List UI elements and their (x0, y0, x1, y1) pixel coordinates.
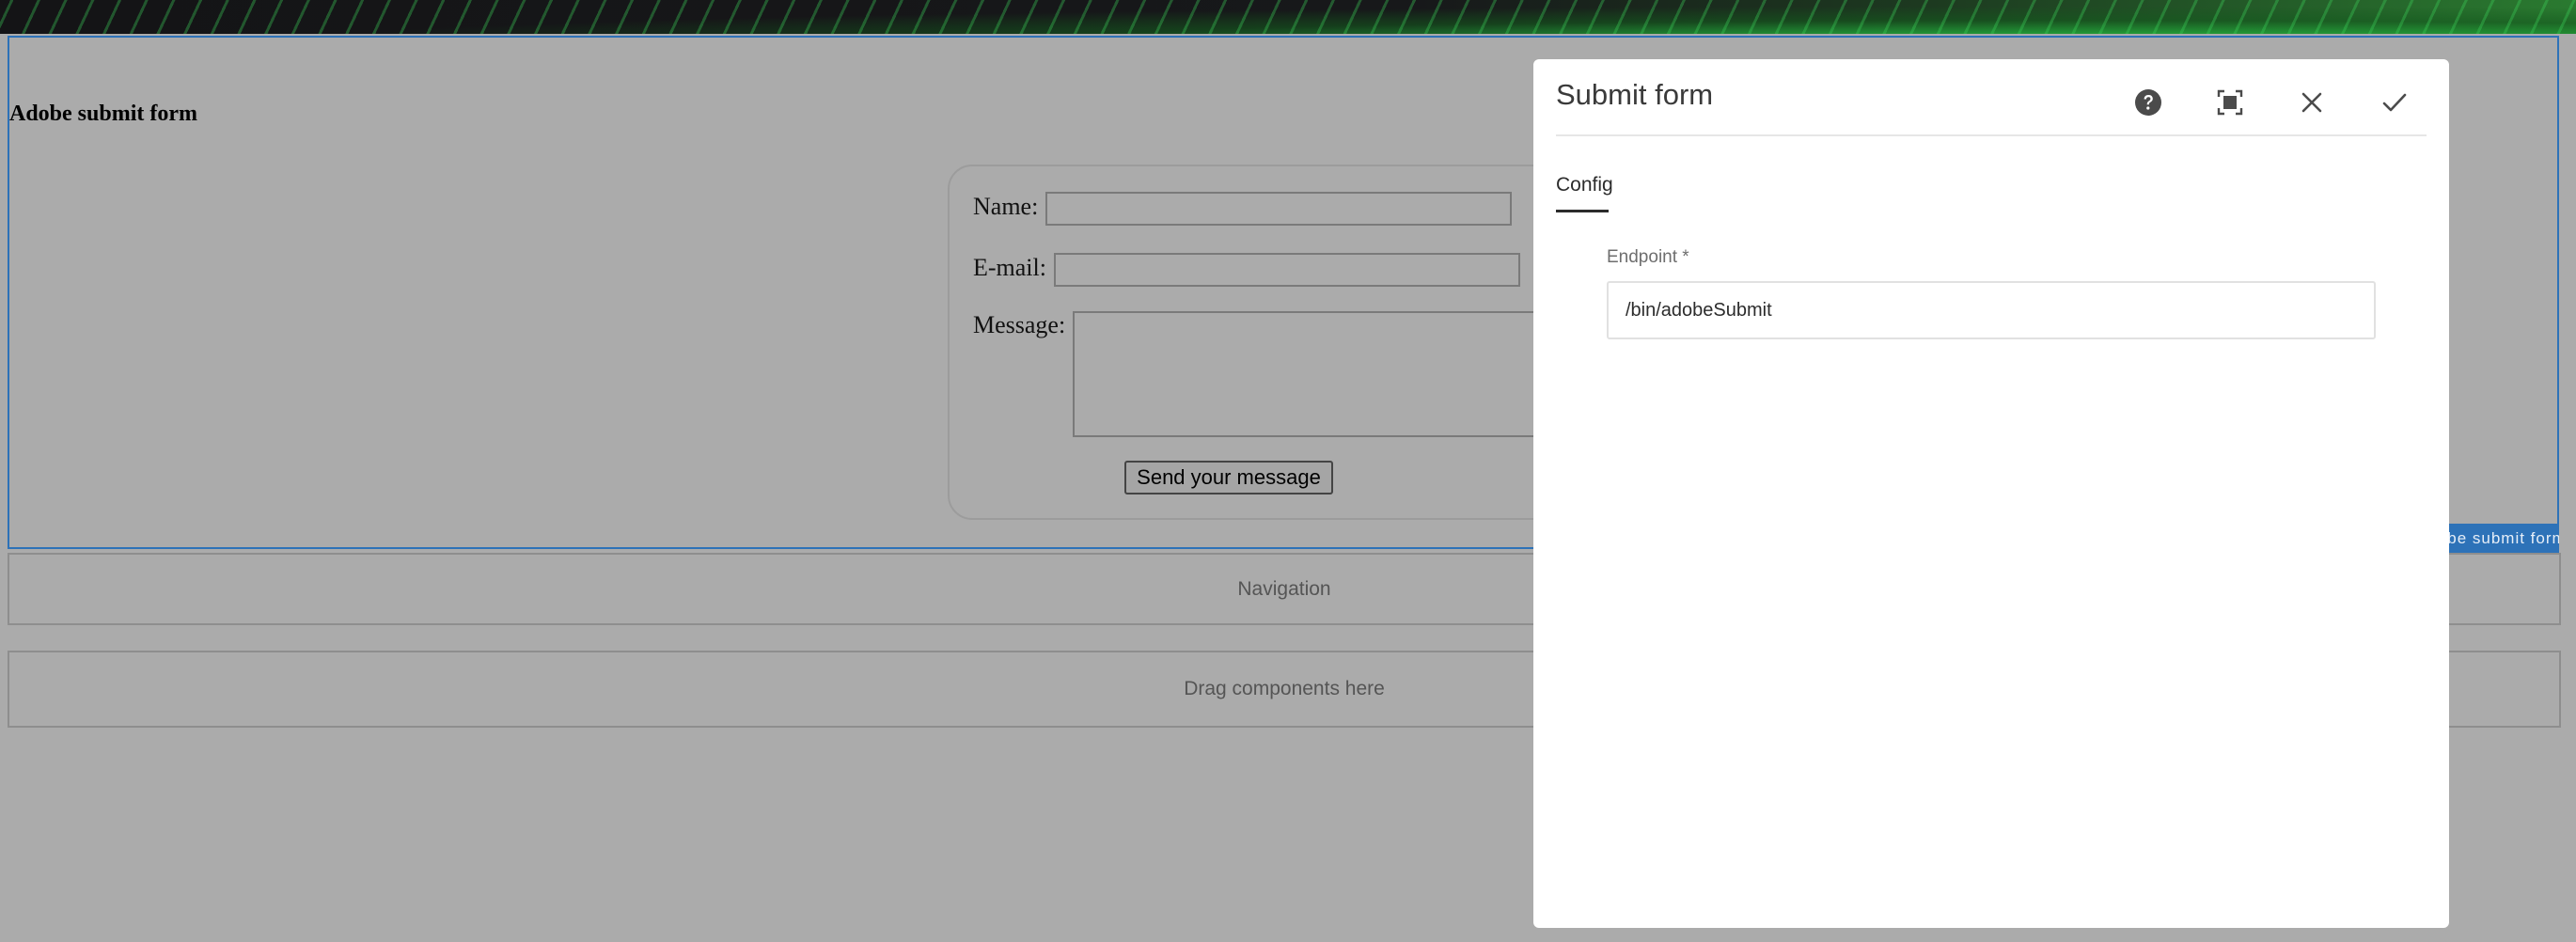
check-icon (2382, 93, 2407, 112)
page-heading: Adobe submit form (9, 102, 198, 126)
done-button[interactable] (2374, 82, 2415, 123)
message-textarea[interactable] (1073, 311, 1543, 437)
message-label: Message: (973, 311, 1066, 338)
endpoint-label: Endpoint * (1607, 247, 1689, 267)
close-icon (2301, 92, 2322, 113)
dialog-title: Submit form (1556, 78, 1714, 111)
endpoint-input[interactable] (1607, 281, 2376, 339)
help-button[interactable] (2128, 82, 2169, 123)
header-divider (1556, 134, 2427, 136)
fullscreen-icon (2217, 89, 2243, 116)
name-label: Name: (973, 193, 1039, 220)
send-message-button[interactable]: Send your message (1124, 461, 1333, 495)
help-icon (2135, 89, 2161, 116)
close-button[interactable] (2291, 82, 2333, 123)
name-input[interactable] (1045, 192, 1512, 226)
submit-form-dialog: Submit form Config Endpoint * (1533, 59, 2449, 928)
active-tab-indicator (1556, 210, 1609, 212)
email-input[interactable] (1054, 253, 1520, 287)
email-label: E-mail: (973, 254, 1046, 281)
fullscreen-button[interactable] (2209, 82, 2251, 123)
tab-config[interactable]: Config (1556, 174, 1613, 196)
page-banner-image (0, 0, 2576, 34)
